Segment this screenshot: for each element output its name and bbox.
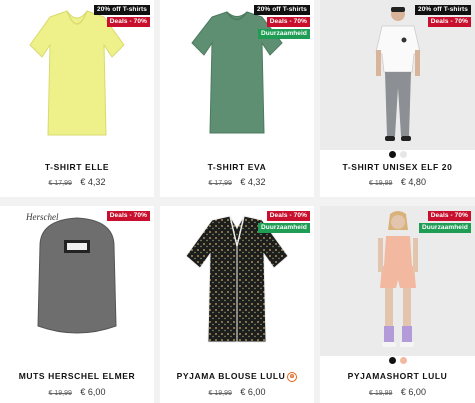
current-price: € 6,00 — [80, 387, 106, 397]
color-swatch-pink[interactable] — [399, 357, 407, 364]
product-image[interactable]: Herschel — [0, 206, 154, 356]
product-name[interactable]: T-SHIRT UNISEX ELF 20 — [320, 162, 475, 172]
promo-badge: 20% off T-shirts — [415, 5, 471, 15]
deal-badge: Deals - 70% — [266, 211, 310, 221]
product-prices: € 19,99 € 6,00 — [320, 387, 475, 397]
current-price: € 6,00 — [400, 387, 426, 397]
product-name[interactable]: PYJAMA BLOUSE LULU ⊕ — [160, 371, 314, 382]
old-price: € 19,99 — [48, 390, 72, 397]
color-swatches — [320, 151, 475, 158]
badge-stack: 20% off T-shirts Deals - 70% — [415, 5, 471, 27]
current-price: € 6,00 — [240, 387, 266, 397]
old-price: € 19,99 — [369, 390, 393, 397]
product-prices: € 19,99 € 6,00 — [0, 387, 154, 397]
product-prices: € 19,99 € 4,80 — [320, 177, 475, 187]
product-card-tshirt-unisex-elf[interactable]: 20% off T-shirts Deals - 70% T-SHIRT UNI… — [320, 0, 475, 197]
color-swatch-black[interactable] — [388, 151, 396, 158]
product-name[interactable]: T-SHIRT ELLE — [0, 162, 154, 172]
deal-badge: Deals - 70% — [427, 17, 471, 27]
product-prices: € 19,99 € 6,00 — [160, 387, 314, 397]
badge-stack: Deals - 70% Duurzaamheid — [419, 211, 471, 233]
old-price: € 17,99 — [48, 180, 72, 187]
deal-badge: Deals - 70% — [427, 211, 471, 221]
product-card-muts-herschel[interactable]: Herschel Deals - 70% MUTS HERSCHEL ELMER… — [0, 206, 154, 403]
product-prices: € 17,99 € 4,32 — [160, 177, 314, 187]
deal-badge: Deals - 70% — [106, 17, 150, 27]
old-price: € 19,99 — [369, 180, 393, 187]
color-swatches — [320, 357, 475, 364]
grey-beanie-image: Herschel — [25, 212, 117, 334]
sustainability-badge: Duurzaamheid — [258, 223, 310, 233]
product-grid: 20% off T-shirts Deals - 70% T-SHIRT ELL… — [0, 0, 475, 403]
badge-stack: Deals - 70% — [106, 211, 150, 221]
deal-badge: Deals - 70% — [106, 211, 150, 221]
product-name-label: PYJAMA BLOUSE LULU — [176, 371, 286, 381]
badge-stack: 20% off T-shirts Deals - 70% Duurzaamhei… — [254, 5, 310, 39]
product-card-tshirt-eva[interactable]: 20% off T-shirts Deals - 70% Duurzaamhei… — [160, 0, 314, 197]
color-swatch-black[interactable] — [388, 357, 396, 364]
product-card-pyjamashort-lulu[interactable]: Deals - 70% Duurzaamheid PYJAMASHORT LUL… — [320, 206, 475, 403]
color-swatch-white[interactable] — [399, 151, 407, 158]
sustainability-badge: Duurzaamheid — [419, 223, 471, 233]
promo-badge: 20% off T-shirts — [254, 5, 310, 15]
product-card-pyjama-blouse-lulu[interactable]: Deals - 70% Duurzaamheid PYJAMA BLOUSE L… — [160, 206, 314, 403]
product-name[interactable]: MUTS HERSCHEL ELMER — [0, 371, 154, 381]
sustainability-badge: Duurzaamheid — [258, 29, 310, 39]
badge-stack: 20% off T-shirts Deals - 70% — [94, 5, 150, 27]
current-price: € 4,32 — [240, 177, 266, 187]
old-price: € 19,99 — [208, 390, 232, 397]
badge-stack: Deals - 70% Duurzaamheid — [258, 211, 310, 233]
product-card-tshirt-elle[interactable]: 20% off T-shirts Deals - 70% T-SHIRT ELL… — [0, 0, 154, 197]
product-prices: € 17,99 € 4,32 — [0, 177, 154, 187]
promo-badge: 20% off T-shirts — [94, 5, 150, 15]
product-name[interactable]: T-SHIRT EVA — [160, 162, 314, 172]
current-price: € 4,32 — [80, 177, 106, 187]
deal-badge: Deals - 70% — [266, 17, 310, 27]
product-name[interactable]: PYJAMASHORT LULU — [320, 371, 475, 381]
current-price: € 4,80 — [400, 177, 426, 187]
herschel-logo: Herschel — [25, 212, 59, 222]
old-price: € 17,99 — [208, 180, 232, 187]
info-icon[interactable]: ⊕ — [287, 371, 298, 382]
